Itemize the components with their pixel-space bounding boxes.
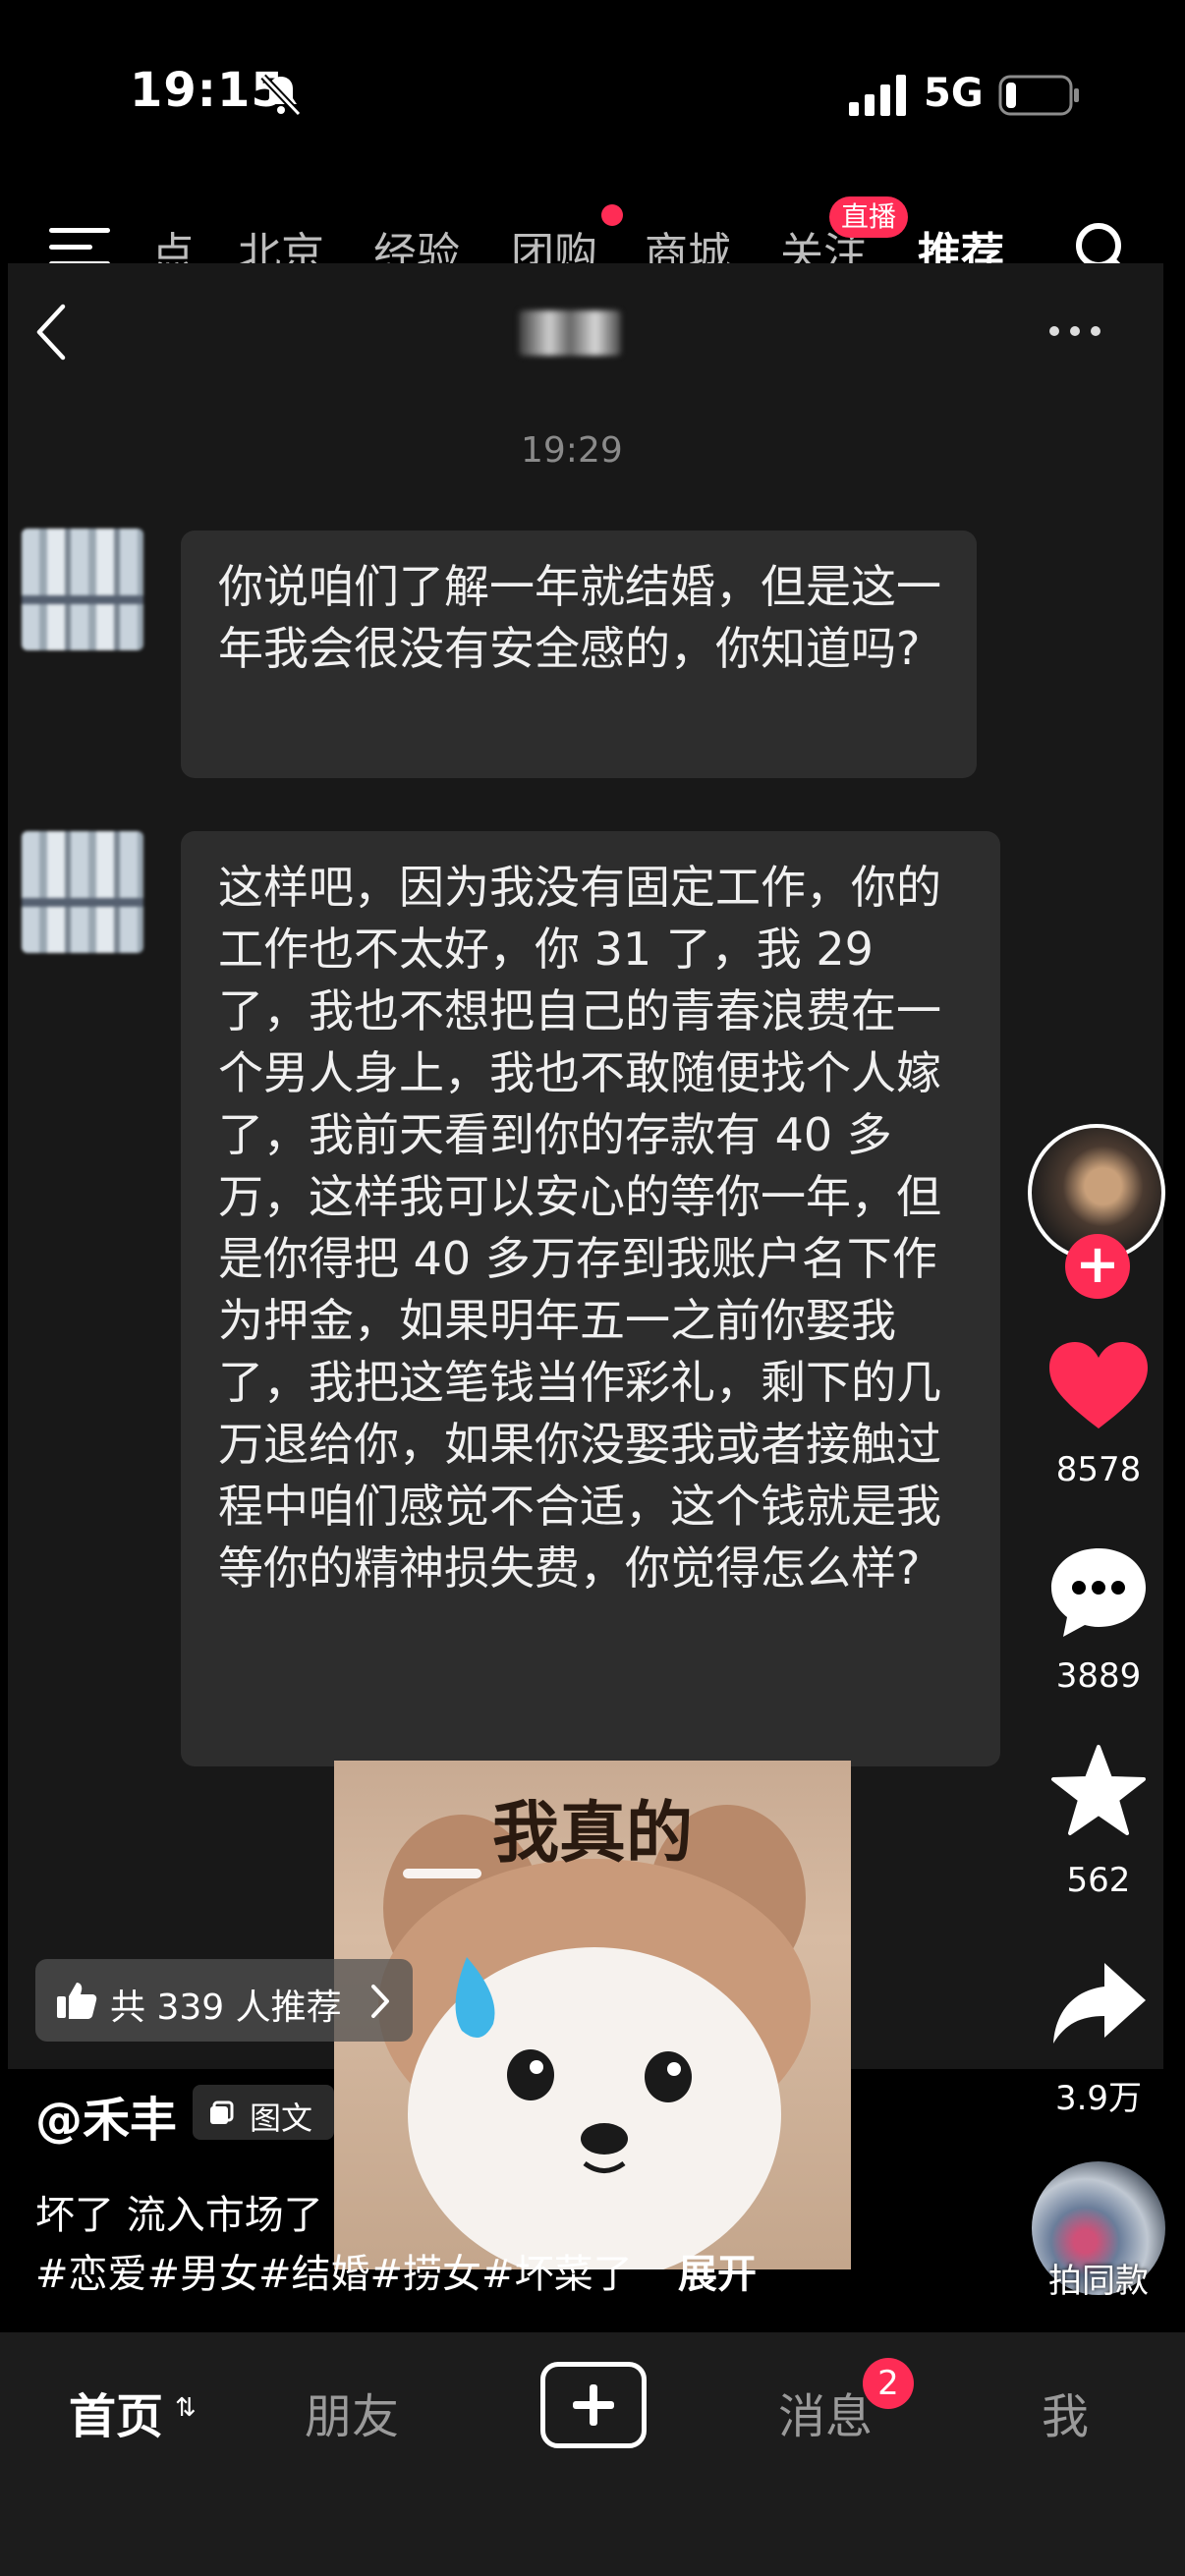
live-badge: 直播 <box>829 196 908 238</box>
back-arrow-icon <box>36 304 66 361</box>
network-label: 5G <box>924 71 984 116</box>
refresh-arrows-icon: ⇅ <box>175 2393 197 2423</box>
post-type-badge: 图文 <box>193 2085 334 2140</box>
follow-button[interactable]: + <box>1065 1234 1130 1299</box>
recommend-chip[interactable]: 共 339 人推荐 <box>35 1959 413 2042</box>
post-caption: 坏了 流入市场了 <box>35 2193 323 2238</box>
chat-message: 这样吧，因为我没有固定工作，你的工作也不太好，你 31 了，我 29 了，我也不… <box>181 831 1000 1766</box>
chat-title-redacted <box>519 310 621 356</box>
chat-timestamp: 19:29 <box>521 430 623 471</box>
plus-icon <box>573 2384 614 2426</box>
chevron-right-icon <box>371 1985 389 2018</box>
avatar <box>22 831 143 953</box>
comment-count: 3889 <box>1055 1656 1142 1696</box>
nav-me[interactable]: 我 <box>1042 2378 1089 2446</box>
notification-dot <box>601 204 623 226</box>
nav-friends[interactable]: 朋友 <box>305 2378 399 2446</box>
recommend-text: 共 339 人推荐 <box>110 1988 342 2028</box>
avatar <box>22 529 143 650</box>
share-icon[interactable] <box>1045 1955 1152 2053</box>
comment-icon[interactable] <box>1045 1542 1152 1641</box>
same-style-label[interactable]: 拍同款 <box>1022 2254 1175 2302</box>
nav-messages[interactable]: 消息 <box>778 2378 873 2446</box>
post-type-label: 图文 <box>250 2100 313 2137</box>
like-count: 8578 <box>1055 1450 1142 1489</box>
battery-icon <box>998 75 1079 116</box>
bell-muted-icon <box>260 74 302 117</box>
star-icon[interactable] <box>1045 1743 1152 1841</box>
chat-message: 你说咱们了解一年就结婚，但是这一年我会很没有安全感的，你知道吗? <box>181 531 977 778</box>
image-post-icon <box>210 2100 234 2124</box>
signal-icon <box>849 75 906 116</box>
sticker-caption: 我真的 <box>491 1795 693 1873</box>
messages-badge: 2 <box>863 2358 914 2409</box>
thumbs-up-icon <box>57 1983 97 2019</box>
expand-link[interactable]: 展开 <box>678 2242 757 2299</box>
create-button[interactable] <box>540 2362 647 2448</box>
share-count: 3.9万 <box>1054 2079 1143 2118</box>
hashtag-list[interactable]: #恋爱#男女#结婚#捞女#坏菜了 <box>35 2242 633 2299</box>
author-name[interactable]: @禾丰 <box>35 2081 177 2150</box>
heart-icon[interactable] <box>1045 1338 1152 1436</box>
more-icon <box>1049 326 1100 336</box>
favorite-count: 562 <box>1066 1861 1131 1900</box>
nav-home[interactable]: 首页 <box>69 2378 163 2446</box>
